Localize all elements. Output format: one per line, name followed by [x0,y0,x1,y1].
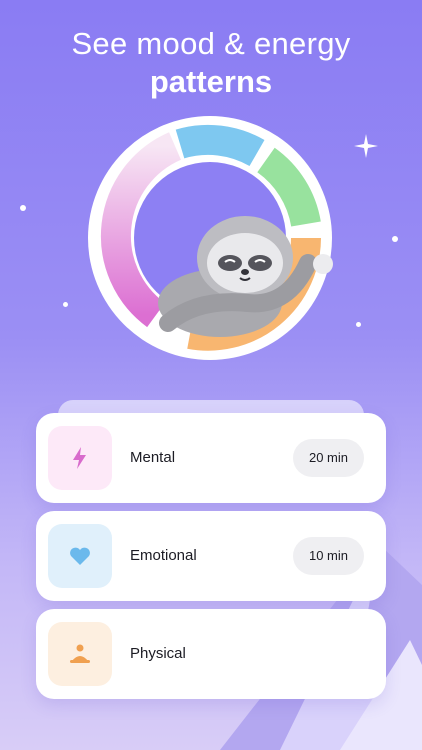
title-line-1: See mood & energy [71,26,351,61]
header: See mood & energy patterns [0,26,422,102]
meditation-icon [70,644,90,663]
card-label: Mental [130,449,176,466]
icon-box [48,622,112,686]
card-label: Emotional [130,547,197,564]
dot-icon [392,236,398,242]
dot-icon [20,205,26,211]
duration-badge: 20 min [292,439,364,477]
sparkle-icon [354,134,378,158]
heart-icon [70,547,90,565]
mood-ring [88,116,333,360]
icon-box [48,426,112,490]
icon-box [48,524,112,588]
duration-badge: 10 min [292,537,364,575]
list-item-mental[interactable]: Mental 20 min [36,413,386,503]
dot-icon [356,322,361,327]
lightning-icon [73,447,86,469]
title-line-2: patterns [149,64,273,99]
card-label: Physical [130,645,186,662]
dot-icon [63,302,68,307]
list-item-physical[interactable]: Physical [36,609,386,699]
list-item-emotional[interactable]: Emotional 10 min [36,511,386,601]
